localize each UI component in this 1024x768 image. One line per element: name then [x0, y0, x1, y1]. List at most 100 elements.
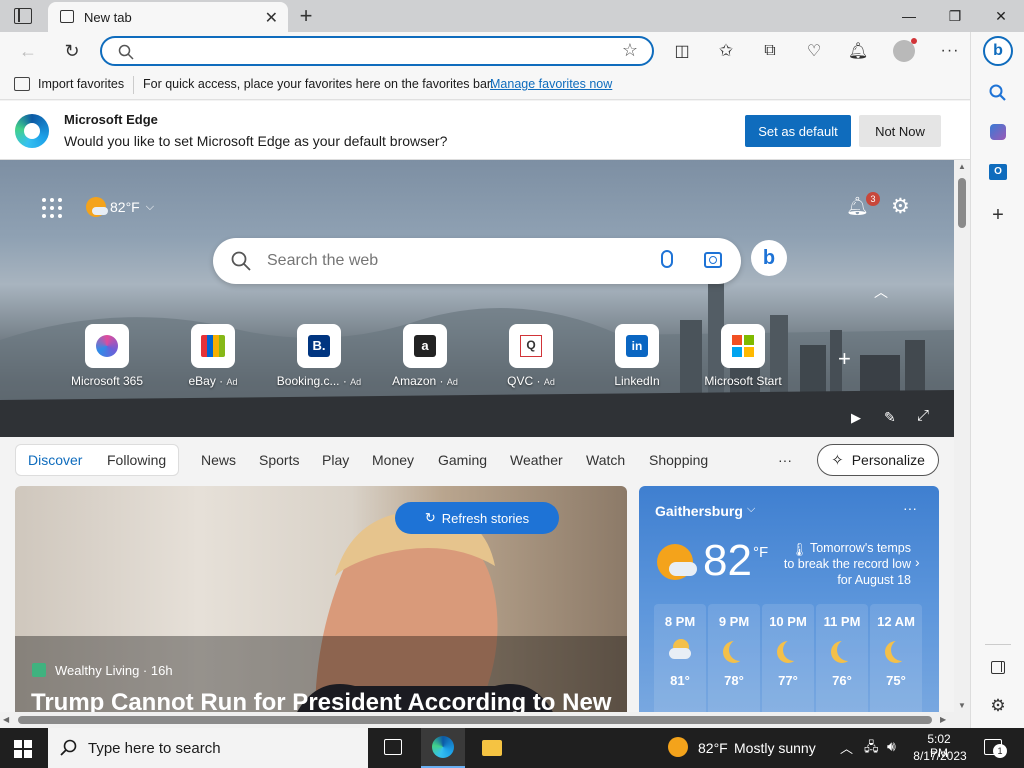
horizontal-scrollbar[interactable]: ◀ ▶: [0, 712, 970, 728]
manage-favorites-link[interactable]: Manage favorites now: [490, 77, 612, 91]
tab-gaming[interactable]: Gaming: [438, 452, 487, 468]
microphone-icon[interactable]: [661, 250, 673, 268]
tab-money[interactable]: Money: [372, 452, 414, 468]
volume-icon[interactable]: 🔊︎: [887, 738, 896, 755]
personalize-icon: ✧: [831, 452, 844, 469]
story-headline[interactable]: Trump Cannot Run for President According…: [31, 689, 611, 714]
outlook-icon[interactable]: O: [985, 159, 1011, 185]
close-window-button[interactable]: ✕: [978, 0, 1024, 32]
import-favorites-link[interactable]: Import favorites: [38, 77, 124, 91]
tab-actions-icon[interactable]: [14, 8, 32, 24]
more-tabs-button[interactable]: ···: [778, 452, 792, 468]
weather-note[interactable]: Tomorrow's temps to break the record low…: [781, 540, 911, 588]
tab-discover[interactable]: Discover: [28, 452, 82, 468]
taskbar-weather-icon[interactable]: [668, 737, 688, 757]
action-center-icon[interactable]: 1: [984, 739, 1007, 758]
tab-news[interactable]: News: [201, 452, 236, 468]
vertical-scrollbar[interactable]: ▲ ▼: [954, 160, 970, 714]
taskbar-weather-temp[interactable]: 82°F: [698, 740, 728, 756]
address-input[interactable]: [148, 42, 608, 62]
add-sidebar-item-icon[interactable]: +: [985, 202, 1011, 228]
refresh-button[interactable]: ↻: [59, 38, 85, 64]
sidebar-divider: [985, 644, 1011, 645]
new-tab-button[interactable]: +: [294, 4, 318, 28]
refresh-stories-button[interactable]: ↻ Refresh stories: [395, 502, 559, 534]
tab-sports[interactable]: Sports: [259, 452, 299, 468]
back-button[interactable]: ←: [15, 38, 41, 64]
add-quick-link-icon[interactable]: +: [838, 346, 851, 372]
clock-date[interactable]: 8/17/2023: [912, 749, 968, 763]
split-screen-icon[interactable]: ◫: [669, 38, 695, 64]
web-search-input[interactable]: [267, 250, 627, 272]
tab-new-tab[interactable]: New tab ✕: [48, 2, 288, 32]
tab-watch[interactable]: Watch: [586, 452, 625, 468]
hide-sidebar-icon[interactable]: [985, 654, 1011, 680]
quick-link-amazon[interactable]: a Amazon · Ad: [380, 324, 470, 388]
web-search-box[interactable]: [213, 238, 741, 284]
sidebar-search-icon[interactable]: [985, 80, 1011, 106]
collapse-chevron-icon[interactable]: ︿: [874, 282, 888, 302]
favorite-star-icon[interactable]: ☆: [622, 40, 638, 61]
show-hidden-icons-chevron-icon[interactable]: ︿: [840, 738, 853, 757]
scroll-right-arrow-icon[interactable]: ▶: [940, 715, 946, 724]
quick-link-qvc[interactable]: Q QVC · Ad: [486, 324, 576, 388]
chevron-right-icon[interactable]: ›: [915, 554, 920, 570]
close-tab-icon[interactable]: ✕: [265, 8, 278, 28]
minimize-button[interactable]: —: [886, 0, 932, 32]
personalize-button[interactable]: ✧ Personalize: [817, 444, 939, 476]
browser-essentials-icon[interactable]: ♡: [801, 38, 827, 64]
office-icon[interactable]: [985, 119, 1011, 145]
task-view-icon[interactable]: [384, 739, 402, 755]
taskbar-weather-desc[interactable]: Mostly sunny: [734, 740, 816, 756]
quick-link-booking[interactable]: B. Booking.c... · Ad: [274, 324, 364, 388]
profile-avatar[interactable]: [891, 38, 917, 64]
file-explorer-icon[interactable]: [482, 740, 502, 756]
collections-icon[interactable]: ⧉: [757, 38, 783, 64]
set-as-default-button[interactable]: Set as default: [745, 115, 851, 147]
edge-taskbar-button[interactable]: [421, 728, 465, 768]
weather-more-icon[interactable]: ···: [903, 500, 917, 516]
scroll-left-arrow-icon[interactable]: ◀: [3, 715, 9, 724]
tab-shopping[interactable]: Shopping: [649, 452, 708, 468]
hourly-forecast-item: 10 PM 77°: [762, 604, 814, 714]
edge-sidebar: b O + ⚙︎: [970, 32, 1024, 728]
not-now-button[interactable]: Not Now: [859, 115, 941, 147]
address-bar[interactable]: ☆: [100, 36, 654, 66]
apps-launcher-icon[interactable]: [42, 198, 62, 218]
qvc-icon: Q: [520, 335, 542, 357]
edit-background-icon[interactable]: ✎: [884, 409, 896, 426]
sidebar-settings-icon[interactable]: ⚙︎: [985, 693, 1011, 719]
vertical-scroll-thumb[interactable]: [958, 178, 966, 228]
tab-weather[interactable]: Weather: [510, 452, 563, 468]
visual-search-icon[interactable]: [704, 252, 722, 268]
notifications-icon[interactable]: 🔔︎: [845, 38, 871, 64]
hero-story-card[interactable]: ↻ Refresh stories Wealthy Living · 16h T…: [15, 486, 627, 714]
settings-and-more-icon[interactable]: ···: [937, 38, 963, 64]
taskbar-search-box[interactable]: Type here to search: [48, 728, 368, 768]
favorites-icon[interactable]: ✩: [713, 38, 739, 64]
quick-link-microsoft-start[interactable]: Microsoft Start: [698, 324, 788, 388]
quick-link-microsoft-365[interactable]: Microsoft 365: [62, 324, 152, 388]
current-temp: 82: [703, 536, 752, 585]
weather-button[interactable]: 82°F ⌵: [86, 196, 154, 218]
scroll-down-arrow-icon[interactable]: ▼: [958, 701, 966, 710]
horizontal-scroll-thumb[interactable]: [18, 716, 932, 724]
restore-button[interactable]: ❐: [932, 0, 978, 32]
weather-location[interactable]: Gaithersburg: [655, 503, 743, 519]
bing-chat-button[interactable]: b: [751, 240, 787, 276]
start-button[interactable]: [14, 740, 32, 758]
quick-link-linkedin[interactable]: in LinkedIn: [592, 324, 682, 388]
refresh-stories-label: Refresh stories: [441, 510, 530, 526]
quick-link-ebay[interactable]: eBay · Ad: [168, 324, 258, 388]
bing-copilot-icon[interactable]: b: [983, 36, 1013, 66]
network-icon[interactable]: 🖧︎: [864, 738, 879, 760]
notifications-bell-icon[interactable]: 🔔︎ 3: [846, 192, 880, 220]
tab-following[interactable]: Following: [107, 452, 166, 468]
page-settings-icon[interactable]: ⚙︎: [891, 194, 910, 219]
scroll-up-arrow-icon[interactable]: ▲: [958, 162, 966, 171]
play-background-icon[interactable]: ▶: [851, 410, 861, 426]
tab-play[interactable]: Play: [322, 452, 349, 468]
expand-background-icon[interactable]: ⤢: [917, 407, 929, 424]
location-chevron-icon[interactable]: ⌵: [747, 503, 755, 516]
weather-card[interactable]: Gaithersburg ⌵ ··· 82 °F 🌡︎ Tomorrow's t…: [639, 486, 939, 714]
